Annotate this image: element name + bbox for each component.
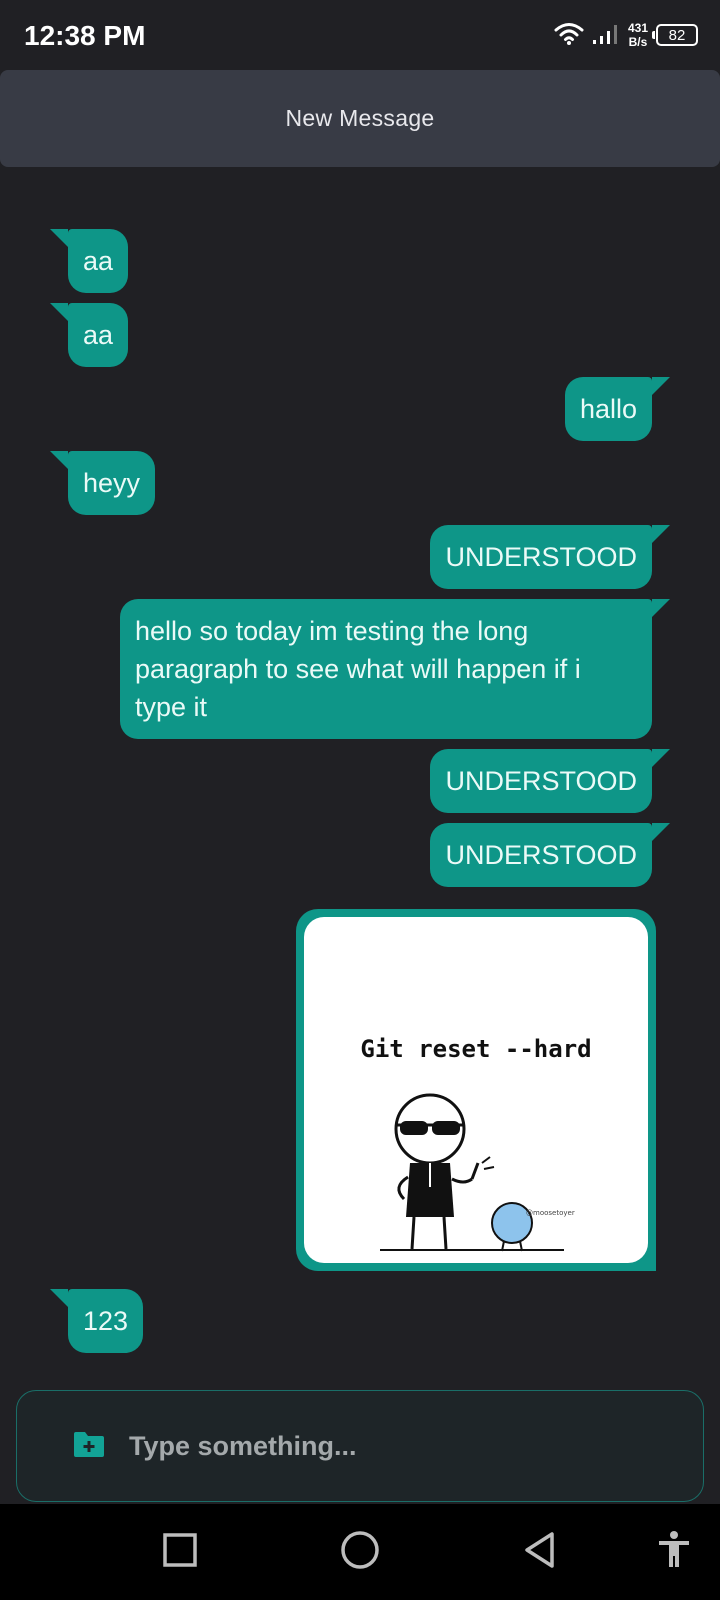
accessibility-button[interactable]	[652, 1530, 696, 1574]
message-bubble[interactable]: heyy	[49, 451, 156, 515]
net-speed-unit: B/s	[628, 35, 648, 49]
message-input[interactable]	[129, 1430, 649, 1462]
message-text: hallo	[579, 394, 637, 424]
message-bubble[interactable]: hallo	[564, 377, 671, 441]
message-text: UNDERSTOOD	[445, 840, 637, 870]
status-bar: 12:38 PM 431 B/s 82	[0, 0, 720, 68]
message-bubble[interactable]: aa	[49, 229, 129, 293]
home-button[interactable]	[338, 1530, 382, 1574]
page-title: New Message	[285, 105, 435, 131]
accessibility-icon	[656, 1530, 692, 1575]
back-button[interactable]	[518, 1530, 562, 1574]
status-time: 12:38 PM	[24, 20, 146, 51]
message-bubble[interactable]: hello so today im testing the long parag…	[120, 599, 670, 739]
message-text: UNDERSTOOD	[445, 542, 637, 572]
message-bubble[interactable]: UNDERSTOOD	[430, 525, 670, 589]
message-bubble[interactable]: 123	[49, 1289, 144, 1353]
message-bubble[interactable]: aa	[49, 303, 129, 367]
folder-plus-icon	[72, 1430, 106, 1463]
net-speed-value: 431	[627, 21, 648, 35]
message-bubble[interactable]: UNDERSTOOD	[430, 749, 670, 813]
message-text: UNDERSTOOD	[445, 766, 637, 796]
network-speed: 431 B/s	[628, 21, 648, 49]
battery-icon: 82	[652, 24, 698, 46]
wifi-icon	[554, 21, 584, 50]
recents-button[interactable]	[158, 1530, 202, 1574]
system-nav-bar	[0, 1504, 720, 1600]
recents-square-icon	[162, 1532, 198, 1573]
meme-image[interactable]: Git reset --hard @moosetoyer	[304, 917, 648, 1263]
status-icons: 431 B/s 82	[554, 18, 698, 52]
image-message-bubble[interactable]: Git reset --hard @moosetoyer	[296, 909, 656, 1271]
message-list[interactable]: aa aa hallo heyy UNDERSTOOD hello so tod…	[0, 167, 720, 1385]
home-circle-icon	[340, 1530, 380, 1575]
message-text: aa	[83, 246, 114, 276]
meme-signature: @moosetoyer	[526, 1209, 575, 1217]
attach-file-button[interactable]	[69, 1426, 109, 1466]
message-text: aa	[83, 320, 114, 350]
message-text: hello so today im testing the long parag…	[135, 616, 581, 722]
signal-icon	[592, 21, 620, 50]
message-text: 123	[83, 1306, 129, 1336]
app-header: New Message	[0, 70, 720, 167]
message-bubble[interactable]: UNDERSTOOD	[430, 823, 670, 887]
battery-level: 82	[668, 26, 686, 44]
meme-caption: Git reset --hard	[360, 1035, 592, 1063]
message-composer	[16, 1390, 704, 1502]
message-text: heyy	[83, 468, 141, 498]
back-triangle-icon	[522, 1531, 558, 1574]
